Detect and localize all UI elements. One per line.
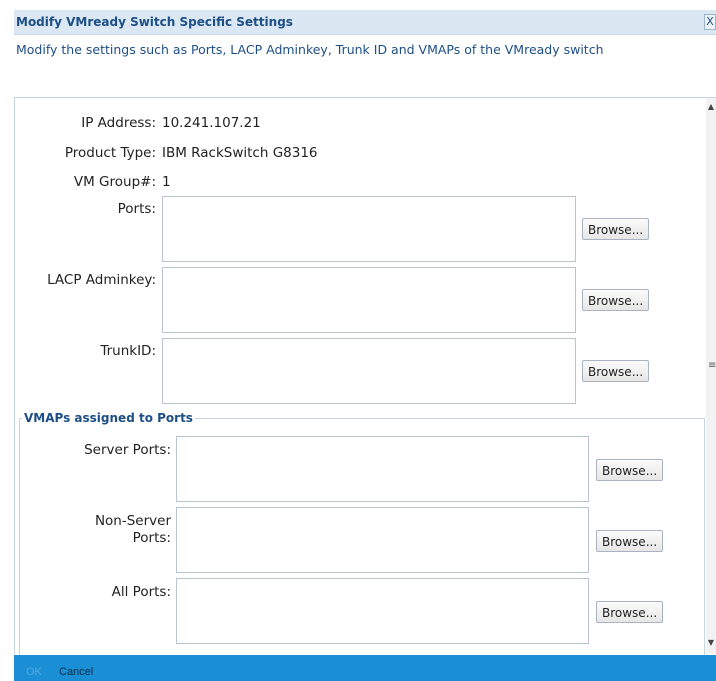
dialog-footer: OK Cancel	[14, 655, 716, 681]
dialog-description: Modify the settings such as Ports, LACP …	[16, 42, 604, 57]
all-ports-label: All Ports:	[111, 584, 171, 600]
cancel-button[interactable]: Cancel	[59, 666, 93, 678]
product-type-value: IBM RackSwitch G8316	[162, 145, 318, 161]
ports-field[interactable]	[162, 196, 576, 262]
scroll-grip-icon[interactable]: ≡	[708, 360, 716, 372]
vm-group-value: 1	[162, 174, 171, 190]
all-ports-field[interactable]	[176, 578, 589, 644]
close-icon[interactable]: X	[704, 14, 716, 30]
product-type-label: Product Type:	[64, 145, 156, 161]
trunk-id-label: TrunkID:	[100, 343, 156, 359]
lacp-adminkey-browse-button[interactable]: Browse...	[582, 289, 650, 311]
lacp-adminkey-field[interactable]	[162, 267, 576, 333]
dialog-titlebar: Modify VMready Switch Specific Settings …	[14, 10, 716, 35]
non-server-ports-browse-button[interactable]: Browse...	[596, 530, 664, 552]
non-server-ports-label-line2: Ports:	[132, 530, 171, 546]
non-server-ports-label-line1: Non-Server	[94, 513, 171, 529]
non-server-ports-field[interactable]	[176, 507, 589, 573]
vm-group-label: VM Group#:	[73, 174, 156, 190]
settings-form: IP Address: 10.241.107.21 Product Type: …	[14, 98, 707, 655]
trunk-id-browse-button[interactable]: Browse...	[582, 360, 650, 382]
all-ports-browse-button[interactable]: Browse...	[596, 601, 664, 623]
ok-button[interactable]: OK	[26, 666, 42, 678]
server-ports-browse-button[interactable]: Browse...	[596, 459, 664, 481]
ports-label: Ports:	[117, 201, 156, 217]
dialog-title: Modify VMready Switch Specific Settings	[16, 15, 293, 29]
description-area: Modify the settings such as Ports, LACP …	[14, 35, 716, 98]
trunk-id-field[interactable]	[162, 338, 576, 404]
ip-address-label: IP Address:	[81, 115, 156, 131]
scroll-down-icon[interactable]: ▼	[706, 638, 716, 648]
vmaps-fieldset: VMAPs assigned to Ports Server Ports: Br…	[19, 411, 705, 655]
vmaps-legend: VMAPs assigned to Ports	[22, 411, 195, 425]
server-ports-label: Server Ports:	[84, 442, 171, 458]
scroll-up-icon[interactable]: ▲	[706, 102, 716, 112]
server-ports-field[interactable]	[176, 436, 589, 502]
ip-address-value: 10.241.107.21	[162, 115, 261, 131]
lacp-adminkey-label: LACP Adminkey:	[47, 272, 156, 288]
ports-browse-button[interactable]: Browse...	[582, 218, 650, 240]
vertical-scrollbar[interactable]: ▲ ≡ ▼	[706, 98, 716, 654]
